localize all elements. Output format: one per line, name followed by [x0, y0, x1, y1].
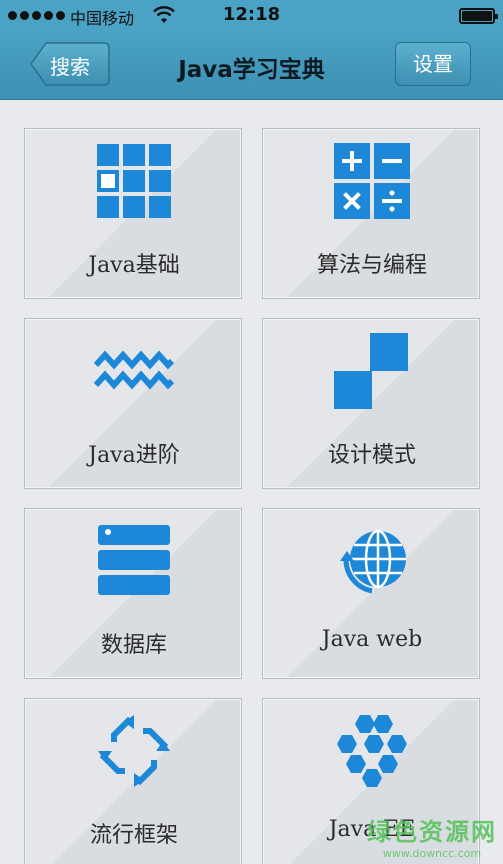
waves-icon	[94, 350, 174, 390]
tile-label: 算法与编程	[316, 253, 427, 278]
battery-icon	[459, 8, 498, 24]
tile-label: 流行框架	[89, 823, 178, 848]
watermark-title: 绿色资源网	[367, 818, 497, 846]
tile-frameworks[interactable]: 流行框架	[24, 698, 242, 864]
tile-java-basics[interactable]: Java基础	[24, 128, 242, 299]
watermark-url: www.downcc.com	[382, 847, 482, 860]
clock: 12:18	[222, 4, 281, 25]
pattern-icon	[334, 333, 408, 409]
status-bar: 中国移动 12:18	[0, 0, 503, 30]
grid-icon	[97, 144, 171, 218]
cycle-arrows-icon	[98, 715, 170, 787]
hexagons-icon	[337, 715, 407, 787]
tile-database[interactable]: 数据库	[24, 508, 242, 679]
navigation-bar: 搜索 Java学习宝典 设置	[0, 30, 503, 100]
database-icon	[98, 525, 170, 595]
tile-algorithms[interactable]: 算法与编程	[262, 128, 480, 299]
tile-label: Java进阶	[88, 443, 180, 468]
tile-java-web[interactable]: Java web	[262, 508, 480, 679]
tile-label: Java web	[321, 627, 423, 652]
tile-design-patterns[interactable]: 设计模式	[262, 318, 480, 489]
tile-label: 设计模式	[327, 443, 416, 468]
globe-icon	[340, 529, 406, 594]
watermark: 绿色资源网 www.downcc.com	[367, 812, 497, 860]
tile-label: Java基础	[88, 253, 180, 278]
tile-label: 数据库	[100, 633, 167, 658]
calculator-icon	[334, 143, 410, 219]
tile-java-advanced[interactable]: Java进阶	[24, 318, 242, 489]
settings-button[interactable]: 设置	[395, 42, 471, 86]
